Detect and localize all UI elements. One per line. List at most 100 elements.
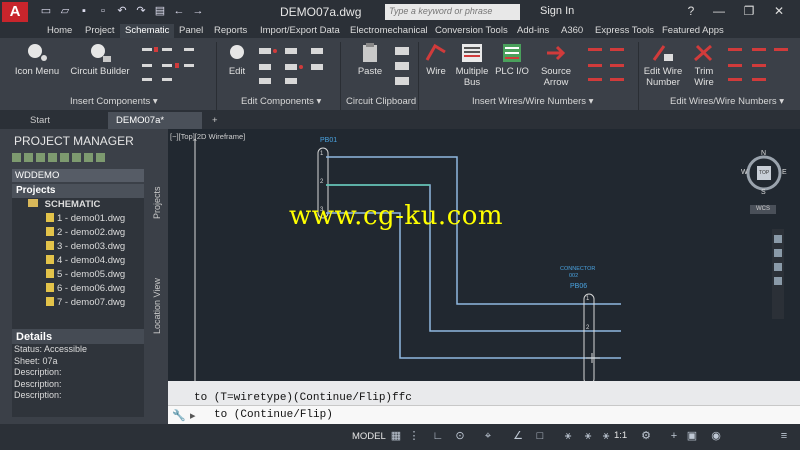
wire-button[interactable]: Wire bbox=[420, 42, 452, 77]
tab-start[interactable]: Start bbox=[22, 112, 106, 129]
new-tab-button[interactable]: + bbox=[204, 112, 226, 129]
isolate-icon[interactable]: ▣ bbox=[686, 430, 698, 442]
minimize-icon[interactable]: — bbox=[708, 2, 730, 20]
file-item[interactable]: 4 - demo04.dwg bbox=[12, 254, 144, 268]
osnap-icon[interactable]: ⌖ bbox=[482, 430, 494, 442]
panel-insert-components[interactable]: Insert Components ▾ bbox=[70, 96, 158, 107]
forward-icon[interactable]: → bbox=[192, 5, 204, 17]
autoscale-icon[interactable]: ⚹ bbox=[600, 430, 612, 442]
icon-menu-button[interactable]: Icon Menu bbox=[12, 42, 62, 77]
wire-edit-tools[interactable] bbox=[724, 44, 794, 88]
properties-icon[interactable] bbox=[60, 153, 69, 162]
save-icon[interactable]: ▪ bbox=[78, 5, 90, 17]
open-icon[interactable]: ▱ bbox=[59, 5, 71, 17]
selection-icon[interactable]: □ bbox=[534, 430, 546, 442]
new-icon[interactable]: ▭ bbox=[40, 5, 52, 17]
location-view-side-tab[interactable]: Location View bbox=[152, 278, 162, 334]
edit-button[interactable]: Edit bbox=[222, 42, 252, 77]
panel-edit-components[interactable]: Edit Components ▾ bbox=[241, 96, 321, 107]
ortho-icon[interactable]: ∟ bbox=[432, 430, 444, 442]
plc-io-button[interactable]: PLC I/O bbox=[494, 42, 530, 77]
drawing-canvas[interactable]: [−][Top][2D Wireframe] PB01 1 2 3 CONNEC… bbox=[168, 129, 800, 381]
command-input[interactable]: to (Continue/Flip) bbox=[214, 409, 333, 421]
new-drawing-icon[interactable] bbox=[36, 153, 45, 162]
clipboard-tools[interactable] bbox=[392, 44, 414, 88]
wrench-icon[interactable]: 🔧 bbox=[172, 409, 186, 422]
trim-wire-button[interactable]: Trim Wire bbox=[688, 42, 720, 88]
polar-icon[interactable]: ⊙ bbox=[454, 430, 466, 442]
help-icon[interactable] bbox=[96, 153, 105, 162]
refresh-icon[interactable] bbox=[48, 153, 57, 162]
settings-icon[interactable] bbox=[84, 153, 93, 162]
save-as-icon[interactable]: ▫ bbox=[97, 5, 109, 17]
annotation-visibility-icon[interactable]: ⚹ bbox=[582, 430, 594, 442]
restore-icon[interactable]: ❐ bbox=[738, 2, 760, 20]
insert-component-tools[interactable] bbox=[138, 44, 208, 88]
model-button[interactable]: MODEL bbox=[352, 429, 386, 445]
annotation-icon[interactable]: ⚹ bbox=[562, 430, 574, 442]
showmotion-icon[interactable] bbox=[774, 277, 782, 285]
file-item[interactable]: 6 - demo06.dwg bbox=[12, 282, 144, 296]
hardware-icon[interactable]: ◉ bbox=[710, 430, 722, 442]
file-item[interactable]: 3 - demo03.dwg bbox=[12, 240, 144, 254]
search-input[interactable]: Type a keyword or phrase bbox=[385, 4, 520, 20]
file-item[interactable]: 5 - demo05.dwg bbox=[12, 268, 144, 282]
tab-add-ins[interactable]: Add-ins bbox=[512, 24, 554, 38]
panel-insert-wires[interactable]: Insert Wires/Wire Numbers ▾ bbox=[472, 96, 593, 107]
tab-express-tools[interactable]: Express Tools bbox=[590, 24, 659, 38]
redo-icon[interactable]: ↷ bbox=[135, 5, 147, 17]
paste-button[interactable]: Paste bbox=[350, 42, 390, 77]
wire-tools[interactable] bbox=[584, 44, 634, 88]
panel-edit-wires[interactable]: Edit Wires/Wire Numbers ▾ bbox=[670, 96, 784, 107]
multiple-bus-button[interactable]: Multiple Bus bbox=[452, 42, 492, 88]
tab-home[interactable]: Home bbox=[42, 24, 77, 38]
viewcube-top[interactable]: TOP bbox=[759, 170, 769, 176]
snap-icon[interactable]: ⋮ bbox=[408, 430, 420, 442]
tab-import-export[interactable]: Import/Export Data bbox=[255, 24, 345, 38]
pan-icon[interactable] bbox=[774, 235, 782, 243]
tab-demo07a[interactable]: DEMO07a* bbox=[108, 112, 202, 129]
tab-electromechanical[interactable]: Electromechanical bbox=[345, 24, 433, 38]
close-icon[interactable]: ✕ bbox=[768, 2, 790, 20]
task-list-icon[interactable] bbox=[72, 153, 81, 162]
help-button[interactable]: ? bbox=[680, 2, 702, 20]
projects-side-tab[interactable]: Projects bbox=[152, 186, 162, 219]
tab-project[interactable]: Project bbox=[80, 24, 120, 38]
back-icon[interactable]: ← bbox=[173, 5, 185, 17]
source-arrow-button[interactable]: Source Arrow bbox=[534, 42, 578, 88]
zoom-icon[interactable] bbox=[774, 249, 782, 257]
pin-label: 2 bbox=[586, 325, 590, 331]
edit-component-tools[interactable] bbox=[255, 44, 335, 88]
tab-schematic[interactable]: Schematic bbox=[120, 24, 175, 38]
workspace-gear-icon[interactable]: ⚙ bbox=[640, 430, 652, 442]
grid-icon[interactable]: ▦ bbox=[390, 430, 402, 442]
project-select[interactable]: WDDEMO bbox=[12, 169, 144, 182]
annotation-scale[interactable]: 1:1 bbox=[614, 430, 627, 441]
tab-a360[interactable]: A360 bbox=[556, 24, 588, 38]
plus-icon[interactable]: + bbox=[668, 430, 680, 442]
undo-icon[interactable]: ↶ bbox=[116, 5, 128, 17]
tab-panel[interactable]: Panel bbox=[174, 24, 208, 38]
panel-separator bbox=[340, 42, 341, 110]
orbit-icon[interactable] bbox=[774, 263, 782, 271]
folder-schematic[interactable]: SCHEMATIC bbox=[12, 198, 144, 212]
sign-in-button[interactable]: Sign In bbox=[540, 5, 574, 17]
viewcube[interactable]: TOP N W E S bbox=[741, 150, 792, 201]
edit-wire-number-button[interactable]: Edit Wire Number bbox=[640, 42, 686, 88]
print-icon[interactable]: ▤ bbox=[154, 5, 166, 17]
circuit-builder-button[interactable]: Circuit Builder bbox=[70, 42, 130, 77]
tab-featured-apps[interactable]: Featured Apps bbox=[657, 24, 729, 38]
file-item[interactable]: 7 - demo07.dwg bbox=[12, 296, 144, 310]
customize-icon[interactable]: ≡ bbox=[778, 430, 790, 442]
lineweight-icon[interactable]: ∠ bbox=[512, 430, 524, 442]
app-logo[interactable]: A bbox=[2, 2, 28, 22]
new-project-icon[interactable] bbox=[24, 153, 33, 162]
file-item[interactable]: 2 - demo02.dwg bbox=[12, 226, 144, 240]
navigation-bar[interactable] bbox=[772, 229, 784, 319]
tab-conversion-tools[interactable]: Conversion Tools bbox=[430, 24, 513, 38]
open-project-icon[interactable] bbox=[12, 153, 21, 162]
wcs-menu[interactable]: WCS bbox=[750, 205, 776, 214]
command-input-line[interactable]: 🔧 ▸ to (Continue/Flip) bbox=[168, 405, 800, 424]
tab-reports[interactable]: Reports bbox=[209, 24, 252, 38]
file-item[interactable]: 1 - demo01.dwg bbox=[12, 212, 144, 226]
